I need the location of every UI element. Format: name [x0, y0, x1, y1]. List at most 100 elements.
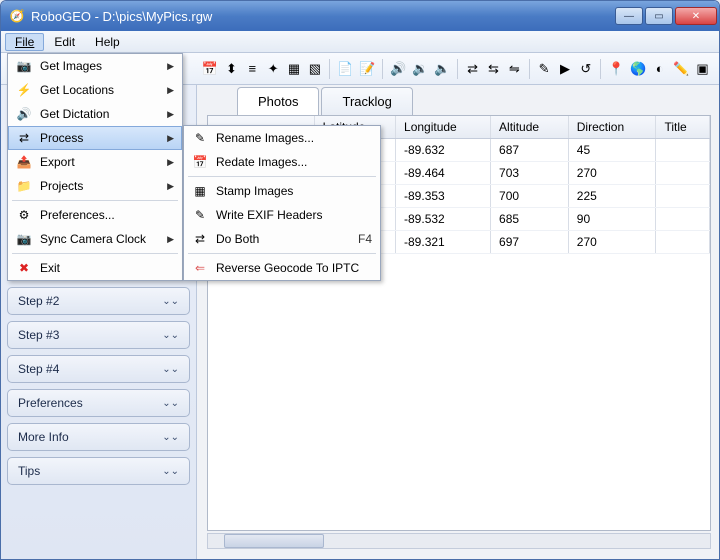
- menu-reverse-geocode[interactable]: ⇐Reverse Geocode To IPTC: [184, 256, 380, 280]
- maximize-button[interactable]: ▭: [645, 7, 673, 25]
- reverse-icon: ⇐: [192, 261, 208, 275]
- tool-icon[interactable]: 📄: [336, 60, 354, 78]
- tab-photos[interactable]: Photos: [237, 87, 319, 115]
- chevron-down-icon: ⌄⌄: [162, 296, 179, 307]
- table-cell: -89.532: [396, 208, 491, 231]
- column-header[interactable]: Altitude: [491, 116, 569, 139]
- sidebar-tips[interactable]: Tips⌄⌄: [7, 457, 190, 485]
- chevron-down-icon: ⌄⌄: [162, 432, 179, 443]
- process-submenu: ✎Rename Images... 📅Redate Images... ▦Sta…: [183, 125, 381, 281]
- both-icon: ⇄: [192, 232, 208, 246]
- menu-get-dictation[interactable]: 🔊Get Dictation▶: [8, 102, 182, 126]
- camera-icon: 📷: [16, 232, 32, 246]
- title-bar[interactable]: 🧭 RoboGEO - D:\pics\MyPics.rgw — ▭ ✕: [1, 1, 719, 31]
- table-cell: 685: [491, 208, 569, 231]
- tool-icon[interactable]: ⇋: [506, 60, 523, 78]
- tool-icon[interactable]: ⇆: [485, 60, 502, 78]
- tool-icon[interactable]: ≡: [244, 60, 261, 78]
- menu-rename-images[interactable]: ✎Rename Images...: [184, 126, 380, 150]
- menu-projects[interactable]: 📁Projects▶: [8, 174, 182, 198]
- menu-process[interactable]: ⇄Process▶: [8, 126, 182, 150]
- minimize-button[interactable]: —: [615, 7, 643, 25]
- table-cell: [656, 231, 710, 254]
- gear-icon: ⚙: [16, 208, 32, 222]
- table-cell: [656, 185, 710, 208]
- menu-get-images[interactable]: 📷Get Images▶: [8, 54, 182, 78]
- tool-icon[interactable]: ⬍: [223, 60, 240, 78]
- menu-write-exif[interactable]: ✎Write EXIF Headers: [184, 203, 380, 227]
- tool-icon[interactable]: ▣: [694, 60, 711, 78]
- exit-icon: ✖: [16, 261, 32, 275]
- tool-icon[interactable]: ✏️: [672, 60, 690, 78]
- menu-separator: [188, 253, 376, 254]
- tool-icon[interactable]: ✎: [536, 60, 553, 78]
- menu-help[interactable]: Help: [85, 33, 130, 51]
- table-cell: 703: [491, 162, 569, 185]
- table-cell: [656, 162, 710, 185]
- toolbar-separator: [529, 59, 530, 79]
- chevron-down-icon: ⌄⌄: [162, 330, 179, 341]
- menu-do-both[interactable]: ⇄Do BothF4: [184, 227, 380, 251]
- table-cell: -89.632: [396, 139, 491, 162]
- menu-redate-images[interactable]: 📅Redate Images...: [184, 150, 380, 174]
- tab-tracklog[interactable]: Tracklog: [321, 87, 412, 115]
- menu-separator: [12, 253, 178, 254]
- tool-icon[interactable]: 🔉: [411, 60, 429, 78]
- table-cell: 270: [568, 162, 656, 185]
- submenu-arrow-icon: ▶: [167, 234, 174, 245]
- sidebar-more-info[interactable]: More Info⌄⌄: [7, 423, 190, 451]
- submenu-arrow-icon: ▶: [167, 61, 174, 72]
- tool-icon[interactable]: ▶: [557, 60, 574, 78]
- submenu-arrow-icon: ▶: [167, 133, 174, 144]
- table-cell: -89.353: [396, 185, 491, 208]
- tool-icon[interactable]: 📅: [201, 60, 219, 78]
- table-cell: 697: [491, 231, 569, 254]
- column-header[interactable]: Title: [656, 116, 710, 139]
- sidebar-step4[interactable]: Step #4⌄⌄: [7, 355, 190, 383]
- submenu-arrow-icon: ▶: [167, 85, 174, 96]
- table-cell: 687: [491, 139, 569, 162]
- horizontal-scrollbar[interactable]: [207, 533, 711, 549]
- submenu-arrow-icon: ▶: [167, 157, 174, 168]
- tool-icon[interactable]: ▧: [307, 60, 324, 78]
- scroll-thumb[interactable]: [224, 534, 324, 548]
- menu-sync-camera[interactable]: 📷Sync Camera Clock▶: [8, 227, 182, 251]
- table-cell: [656, 139, 710, 162]
- table-cell: 90: [568, 208, 656, 231]
- earth-icon[interactable]: 🌎: [629, 60, 647, 78]
- tool-icon[interactable]: ✦: [265, 60, 282, 78]
- toolbar-separator: [600, 59, 601, 79]
- sidebar-step3[interactable]: Step #3⌄⌄: [7, 321, 190, 349]
- app-icon: 🧭: [9, 8, 25, 24]
- menu-get-locations[interactable]: ⚡Get Locations▶: [8, 78, 182, 102]
- table-cell: -89.464: [396, 162, 491, 185]
- sidebar-preferences[interactable]: Preferences⌄⌄: [7, 389, 190, 417]
- tool-icon[interactable]: ↺: [577, 60, 594, 78]
- menu-exit[interactable]: ✖Exit: [8, 256, 182, 280]
- menu-file[interactable]: File: [5, 33, 44, 51]
- table-cell: -89.321: [396, 231, 491, 254]
- menu-bar: File Edit Help: [1, 31, 719, 53]
- pin-icon[interactable]: 📍: [607, 60, 625, 78]
- tool-icon[interactable]: 🔈: [433, 60, 451, 78]
- exif-icon: ✎: [192, 208, 208, 222]
- menu-export[interactable]: 📤Export▶: [8, 150, 182, 174]
- tool-icon[interactable]: ⇄: [464, 60, 481, 78]
- export-icon: 📤: [16, 155, 32, 169]
- sidebar-step2[interactable]: Step #2⌄⌄: [7, 287, 190, 315]
- menu-stamp-images[interactable]: ▦Stamp Images: [184, 179, 380, 203]
- tool-icon[interactable]: ◐: [651, 60, 668, 78]
- close-button[interactable]: ✕: [675, 7, 717, 25]
- tool-icon[interactable]: 🔊: [389, 60, 407, 78]
- tool-icon[interactable]: ▦: [286, 60, 303, 78]
- chevron-down-icon: ⌄⌄: [162, 398, 179, 409]
- column-header[interactable]: Direction: [568, 116, 656, 139]
- column-header[interactable]: Longitude: [396, 116, 491, 139]
- menu-preferences[interactable]: ⚙Preferences...: [8, 203, 182, 227]
- bolt-icon: ⚡: [16, 83, 32, 97]
- app-window: 🧭 RoboGEO - D:\pics\MyPics.rgw — ▭ ✕ Fil…: [0, 0, 720, 560]
- tool-icon[interactable]: 📝: [358, 60, 376, 78]
- menu-edit[interactable]: Edit: [44, 33, 85, 51]
- toolbar-separator: [382, 59, 383, 79]
- redate-icon: 📅: [192, 155, 208, 169]
